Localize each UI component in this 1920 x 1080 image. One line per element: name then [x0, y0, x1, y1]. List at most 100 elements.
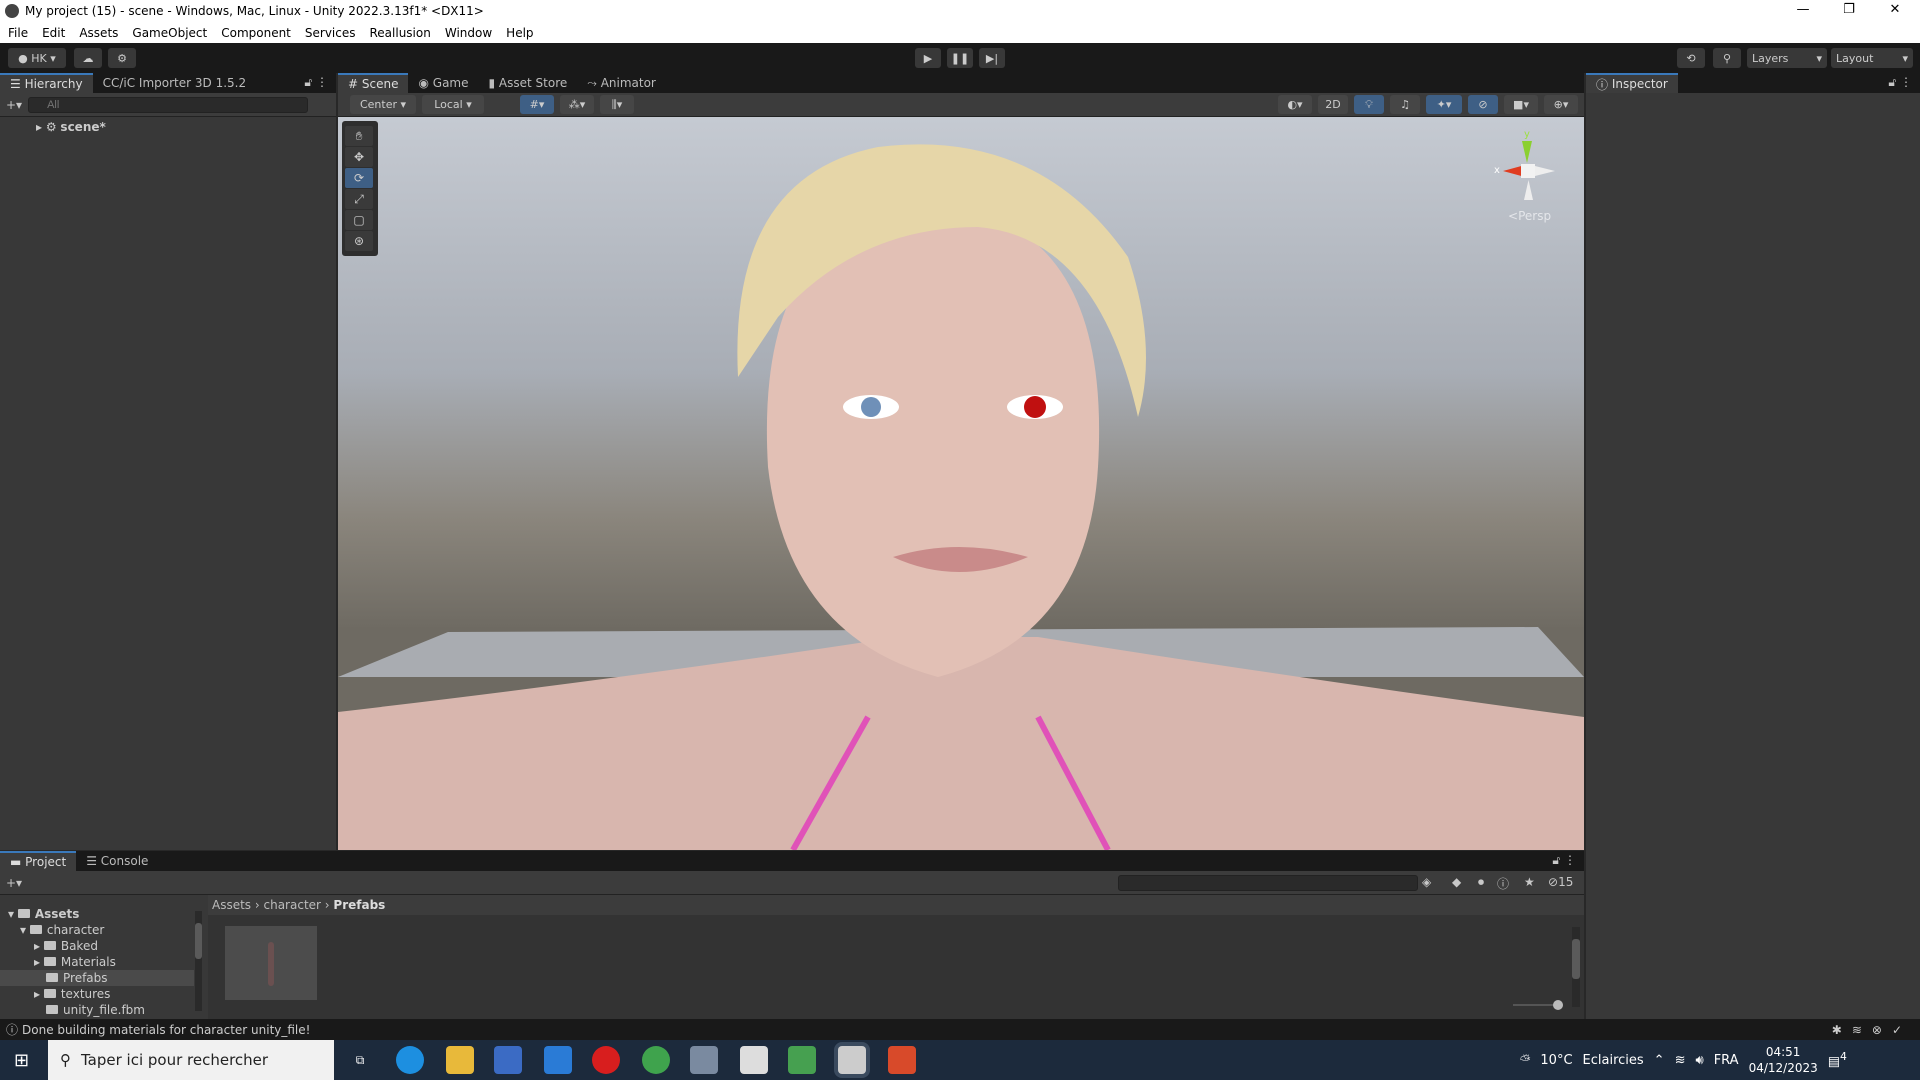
search-by-type-icon[interactable]: ◈ — [1422, 875, 1431, 889]
filter-icon[interactable]: ⏺ — [1478, 875, 1484, 890]
tab-game[interactable]: ◉ Game — [408, 73, 478, 93]
tab-project[interactable]: ▬ Project — [0, 851, 77, 871]
project-search-input[interactable] — [1118, 875, 1418, 891]
edge-icon[interactable] — [396, 1046, 424, 1074]
alert-icon[interactable]: ⓘ — [1497, 875, 1509, 892]
close-button[interactable]: ✕ — [1872, 0, 1918, 22]
thumbnail-size-slider[interactable] — [1513, 1000, 1563, 1010]
weather-desc[interactable]: Eclaircies — [1583, 1053, 1644, 1068]
audio-toggle[interactable]: ♫ — [1390, 95, 1420, 114]
add-button[interactable]: +▾ — [0, 98, 28, 112]
hierarchy-search-input[interactable] — [28, 96, 309, 113]
file-explorer-icon[interactable] — [446, 1046, 474, 1074]
menu-gameobject[interactable]: GameObject — [124, 26, 213, 40]
2d-toggle[interactable]: 2D — [1318, 95, 1348, 114]
menu-help[interactable]: Help — [498, 26, 539, 40]
mail-icon[interactable] — [544, 1046, 572, 1074]
opera-icon[interactable] — [592, 1046, 620, 1074]
taskbar-search[interactable]: ⚲ Taper ici pour rechercher — [48, 1040, 334, 1080]
gizmos-dropdown[interactable]: ⊕ ▾ — [1544, 95, 1578, 114]
hidden-packages-button[interactable]: ⊘15 — [1548, 875, 1573, 889]
tab-scene[interactable]: # Scene — [338, 73, 409, 93]
tree-item-prefabs[interactable]: Prefabs — [0, 970, 194, 986]
network-icon[interactable]: ≋ — [1675, 1053, 1686, 1068]
breadcrumb-character[interactable]: character — [264, 898, 321, 912]
task-view-icon[interactable]: ⧉ — [346, 1046, 374, 1074]
hierarchy-item-scene[interactable]: ▸ ⚙ scene* — [0, 119, 336, 135]
weather-icon[interactable]: ⛅︎ — [1520, 1053, 1530, 1068]
menu-services[interactable]: Services — [297, 26, 362, 40]
tab-asset-store[interactable]: ▮ Asset Store — [479, 73, 578, 93]
menu-edit[interactable]: Edit — [34, 26, 71, 40]
status-icons[interactable]: ✱≋⊗✓ — [1832, 1023, 1920, 1037]
chevron-up-icon[interactable]: ⌃ — [1654, 1053, 1665, 1068]
collab-button[interactable]: ⚙ — [108, 48, 136, 68]
tree-item-textures[interactable]: ▸ textures — [0, 986, 205, 1002]
pivot-dropdown[interactable]: Center ▾ — [350, 95, 416, 114]
move-tool[interactable]: ✥ — [345, 147, 373, 167]
weather-temp[interactable]: 10°C — [1540, 1053, 1572, 1068]
tree-item-unity-file-fbm[interactable]: unity_file.fbm — [0, 1002, 205, 1018]
rect-tool[interactable]: ▢ — [345, 210, 373, 230]
lock-icon[interactable]: 🔓︎ ⋮ — [1880, 75, 1920, 93]
projection-label[interactable]: <Persp — [1508, 209, 1551, 223]
breadcrumb-prefabs[interactable]: Prefabs — [333, 898, 385, 912]
scene-orientation-gizmo[interactable]: y x <Persp — [1488, 127, 1578, 237]
app3-icon[interactable] — [888, 1046, 916, 1074]
tab-inspector[interactable]: ⓘ Inspector — [1586, 73, 1678, 93]
tree-item-baked[interactable]: ▸ Baked — [0, 938, 205, 954]
step-button[interactable]: ▶| — [979, 48, 1005, 68]
tree-scrollbar[interactable] — [195, 911, 202, 1011]
store-icon[interactable] — [494, 1046, 522, 1074]
search-by-label-icon[interactable]: ◆ — [1452, 875, 1461, 889]
lock-icon[interactable]: 🔓︎ ⋮ — [296, 75, 336, 93]
camera-dropdown[interactable]: ■ ▾ — [1504, 95, 1538, 114]
menu-file[interactable]: File — [0, 26, 34, 40]
undo-history-button[interactable]: ⟲ — [1677, 48, 1705, 68]
snap-settings-button[interactable]: ⫼▾ — [600, 95, 634, 114]
app-icon[interactable] — [690, 1046, 718, 1074]
prefab-thumbnail[interactable] — [225, 926, 317, 1000]
tree-item-materials[interactable]: ▸ Materials — [0, 954, 205, 970]
menu-component[interactable]: Component — [213, 26, 297, 40]
lighting-toggle[interactable]: 💡︎ — [1354, 95, 1384, 114]
effects-dropdown[interactable]: ✦ ▾ — [1426, 95, 1462, 114]
minimize-button[interactable]: — — [1780, 0, 1826, 22]
increment-snap-button[interactable]: ⁂▾ — [560, 95, 594, 114]
search-button[interactable]: ⚲ — [1713, 48, 1741, 68]
windows-start-icon[interactable]: ⊞ — [14, 1050, 29, 1071]
tab-console[interactable]: ☰ Console — [76, 851, 158, 871]
tab-hierarchy[interactable]: ☰ Hierarchy — [0, 73, 93, 93]
content-scrollbar[interactable] — [1572, 927, 1580, 1007]
cloud-button[interactable]: ☁ — [74, 48, 102, 68]
transform-tool[interactable]: ⊛ — [345, 231, 373, 251]
tree-item-assets[interactable]: ▾ Assets — [0, 906, 205, 922]
status-message[interactable]: Done building materials for character un… — [22, 1023, 310, 1037]
clock[interactable]: 04:51 04/12/2023 — [1749, 1044, 1818, 1076]
scene-viewport[interactable]: ✋︎ ✥ ⟳ ⤢ ▢ ⊛ y x <Persp — [338, 117, 1584, 850]
grid-snap-button[interactable]: #▾ — [520, 95, 554, 114]
layout-dropdown[interactable]: Layout ▾ — [1831, 48, 1913, 68]
tree-item-character[interactable]: ▾ character — [0, 922, 205, 938]
hand-tool[interactable]: ✋︎ — [345, 126, 373, 146]
language-indicator[interactable]: FRA — [1714, 1053, 1739, 1068]
lock-icon[interactable]: 🔓︎ ⋮ — [1544, 853, 1584, 871]
menu-window[interactable]: Window — [437, 26, 498, 40]
tab-cc-importer[interactable]: CC/iC Importer 3D 1.5.2 — [93, 73, 257, 93]
space-dropdown[interactable]: Local ▾ — [422, 95, 484, 114]
unity-editor-icon[interactable] — [838, 1046, 866, 1074]
app2-icon[interactable] — [788, 1046, 816, 1074]
play-button[interactable]: ▶ — [915, 48, 941, 68]
menu-assets[interactable]: Assets — [71, 26, 124, 40]
layers-dropdown[interactable]: Layers ▾ — [1747, 48, 1827, 68]
rotate-tool[interactable]: ⟳ — [345, 168, 373, 188]
tab-animator[interactable]: ⤳ Animator — [577, 73, 666, 93]
shading-mode-button[interactable]: ◐▾ — [1278, 95, 1312, 114]
notification-icon[interactable]: ▤4 — [1828, 1050, 1847, 1069]
chrome-icon[interactable] — [642, 1046, 670, 1074]
scale-tool[interactable]: ⤢ — [345, 189, 373, 209]
unity-hub-icon[interactable] — [740, 1046, 768, 1074]
hidden-objects-toggle[interactable]: ⊘ — [1468, 95, 1498, 114]
create-button[interactable]: +▾ — [0, 876, 28, 890]
breadcrumb-assets[interactable]: Assets — [212, 898, 251, 912]
